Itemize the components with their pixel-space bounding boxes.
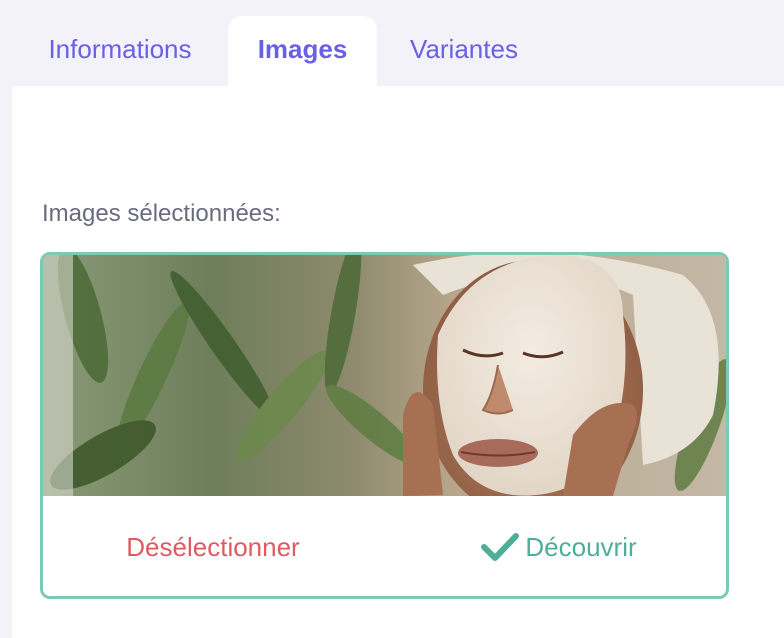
- selected-image-card: Désélectionner Découvrir: [40, 252, 729, 599]
- tab-images-label: Images: [257, 34, 348, 64]
- tab-bar: Informations Images Variantes: [0, 0, 784, 86]
- tab-informations[interactable]: Informations: [16, 16, 224, 86]
- discover-label: Découvrir: [525, 531, 637, 562]
- discover-button[interactable]: Découvrir: [449, 520, 669, 574]
- check-icon: [481, 532, 520, 562]
- tab-variantes[interactable]: Variantes: [382, 16, 546, 86]
- deselect-button[interactable]: Désélectionner: [83, 520, 343, 574]
- card-actions: Désélectionner Découvrir: [43, 496, 726, 596]
- tab-images[interactable]: Images: [228, 16, 377, 86]
- product-image: [43, 255, 726, 496]
- selected-images-label: Images sélectionnées:: [42, 200, 281, 227]
- deselect-label: Désélectionner: [126, 531, 300, 562]
- tab-variantes-label: Variantes: [410, 34, 518, 64]
- tab-informations-label: Informations: [48, 34, 192, 64]
